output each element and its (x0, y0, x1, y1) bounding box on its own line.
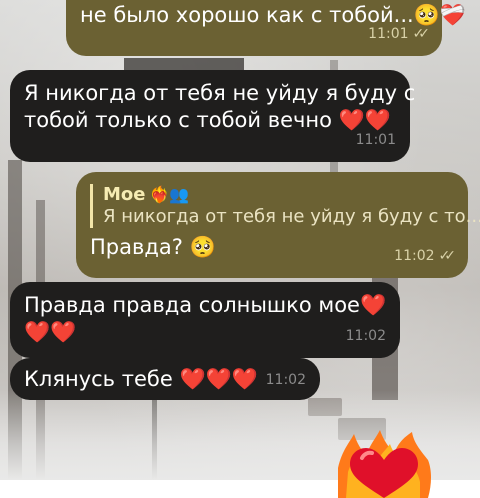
message-bubble-incoming[interactable]: Клянусь тебе ❤️❤️❤️ 11:02 (10, 358, 320, 400)
message-text: Правда? (90, 235, 183, 259)
message-time: 11:02 (394, 248, 435, 264)
message-time: 11:02 (265, 372, 306, 388)
message-text: Клянусь тебе (24, 367, 173, 391)
double-check-icon: ✓✓ (412, 26, 431, 42)
message-bubble-outgoing[interactable]: не было хорошо как с тобой...🥺❤️‍🩹 11:01… (66, 0, 466, 56)
reply-preview-text: Я никогда от тебя не уйду я буду с то... (103, 206, 480, 227)
message-bubble-incoming[interactable]: Правда правда солнышко мое❤️ ❤️❤️ 11:02 (10, 282, 400, 358)
double-check-icon: ✓✓ (438, 248, 457, 264)
message-emoji: ❤️ (359, 293, 387, 317)
message-time: 11:01 (368, 26, 409, 42)
message-text-line: Я никогда от тебя не уйду я буду с (24, 81, 416, 105)
message-bubble-outgoing-reply[interactable]: Мое ❤️‍🔥👥 Я никогда от тебя не уйду я бу… (76, 172, 480, 278)
message-emoji: ❤️❤️❤️ (179, 367, 258, 391)
message-time: 11:02 (345, 328, 386, 344)
message-emoji: ❤️❤️ (24, 320, 77, 344)
message-text-line: тобой только с тобой вечно (24, 108, 332, 132)
burning-heart-sticker[interactable] (332, 428, 436, 498)
message-emoji: 🥺 (189, 235, 216, 259)
message-time: 11:01 (355, 132, 396, 148)
reply-author-name: Мое (103, 184, 146, 205)
reply-quote[interactable]: Мое ❤️‍🔥👥 Я никогда от тебя не уйду я бу… (90, 184, 480, 228)
message-text-line: Правда правда солнышко мое (24, 293, 360, 317)
reply-author-emoji: ❤️‍🔥👥 (149, 185, 190, 204)
message-bubble-incoming[interactable]: Я никогда от тебя не уйду я буду с тобой… (10, 70, 416, 162)
message-text: не было хорошо как с тобой... (80, 3, 414, 27)
